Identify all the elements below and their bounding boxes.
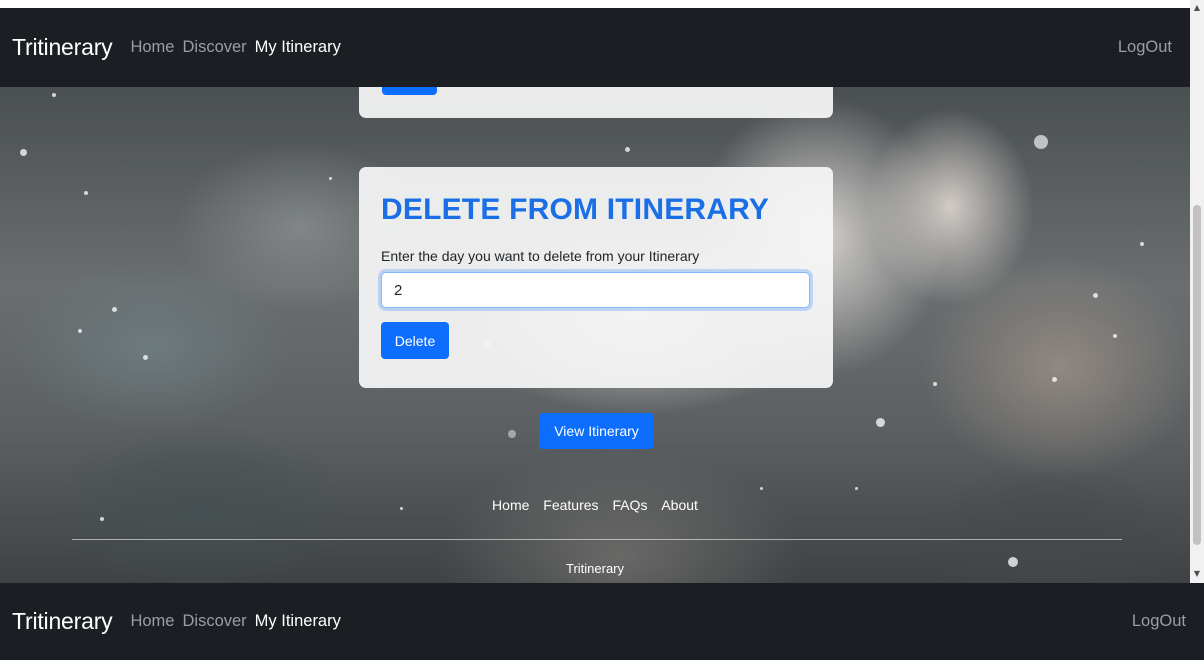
bokeh-speck — [78, 329, 82, 333]
footer-link-faqs[interactable]: FAQs — [612, 497, 647, 513]
logout-link[interactable]: LogOut — [1132, 612, 1186, 631]
bokeh-speck — [933, 382, 937, 386]
navbar-brand[interactable]: Tritinerary — [12, 34, 113, 61]
footer-divider — [72, 539, 1122, 540]
bokeh-speck — [1052, 377, 1057, 382]
bokeh-speck — [84, 191, 88, 195]
bokeh-speck — [1113, 334, 1117, 338]
bokeh-speck — [876, 418, 885, 427]
bokeh-speck — [855, 487, 858, 490]
browser-viewport: Tritinerary Home Discover My Itinerary L… — [0, 0, 1204, 660]
bokeh-speck — [143, 355, 148, 360]
navbar-brand[interactable]: Tritinerary — [12, 608, 113, 635]
logout-link[interactable]: LogOut — [1118, 38, 1172, 57]
nav-link-discover[interactable]: Discover — [182, 38, 246, 57]
bokeh-speck — [52, 93, 56, 97]
bokeh-speck — [329, 177, 332, 180]
bokeh-speck — [1140, 242, 1144, 246]
page-top-strip — [0, 0, 1190, 8]
bokeh-speck — [760, 487, 763, 490]
footer-links: Home Features FAQs About — [0, 497, 1190, 513]
bokeh-speck — [20, 149, 27, 156]
footer-link-about[interactable]: About — [661, 497, 698, 513]
scroll-down-icon[interactable]: ▼ — [1192, 568, 1202, 580]
top-navbar: Tritinerary Home Discover My Itinerary L… — [0, 8, 1190, 87]
footer-link-home[interactable]: Home — [492, 497, 529, 513]
delete-button[interactable]: Delete — [381, 322, 449, 359]
nav-link-discover[interactable]: Discover — [182, 612, 246, 631]
scrollbar-thumb[interactable] — [1193, 205, 1201, 545]
page-scrollbar[interactable]: ▲ ▼ — [1190, 0, 1204, 583]
footer-link-features[interactable]: Features — [543, 497, 598, 513]
nav-link-home[interactable]: Home — [130, 612, 174, 631]
nav-link-my-itinerary[interactable]: My Itinerary — [255, 38, 341, 57]
bokeh-speck — [112, 307, 117, 312]
delete-from-itinerary-card: DELETE FROM ITINERARY Enter the day you … — [359, 167, 833, 388]
card-title: DELETE FROM ITINERARY — [381, 193, 770, 226]
view-itinerary-button[interactable]: View Itinerary — [539, 413, 654, 449]
day-input-label: Enter the day you want to delete from yo… — [381, 248, 700, 264]
footer-brand: Tritinerary — [565, 561, 625, 576]
bottom-navbar: Tritinerary Home Discover My Itinerary L… — [0, 583, 1204, 660]
nav-link-home[interactable]: Home — [130, 38, 174, 57]
bokeh-speck — [625, 147, 630, 152]
scroll-up-icon[interactable]: ▲ — [1192, 2, 1202, 14]
day-input[interactable] — [381, 272, 810, 308]
nav-link-my-itinerary[interactable]: My Itinerary — [255, 612, 341, 631]
bokeh-speck — [100, 517, 104, 521]
bokeh-speck — [1034, 135, 1048, 149]
bokeh-speck — [1093, 293, 1098, 298]
bokeh-speck — [508, 430, 516, 438]
